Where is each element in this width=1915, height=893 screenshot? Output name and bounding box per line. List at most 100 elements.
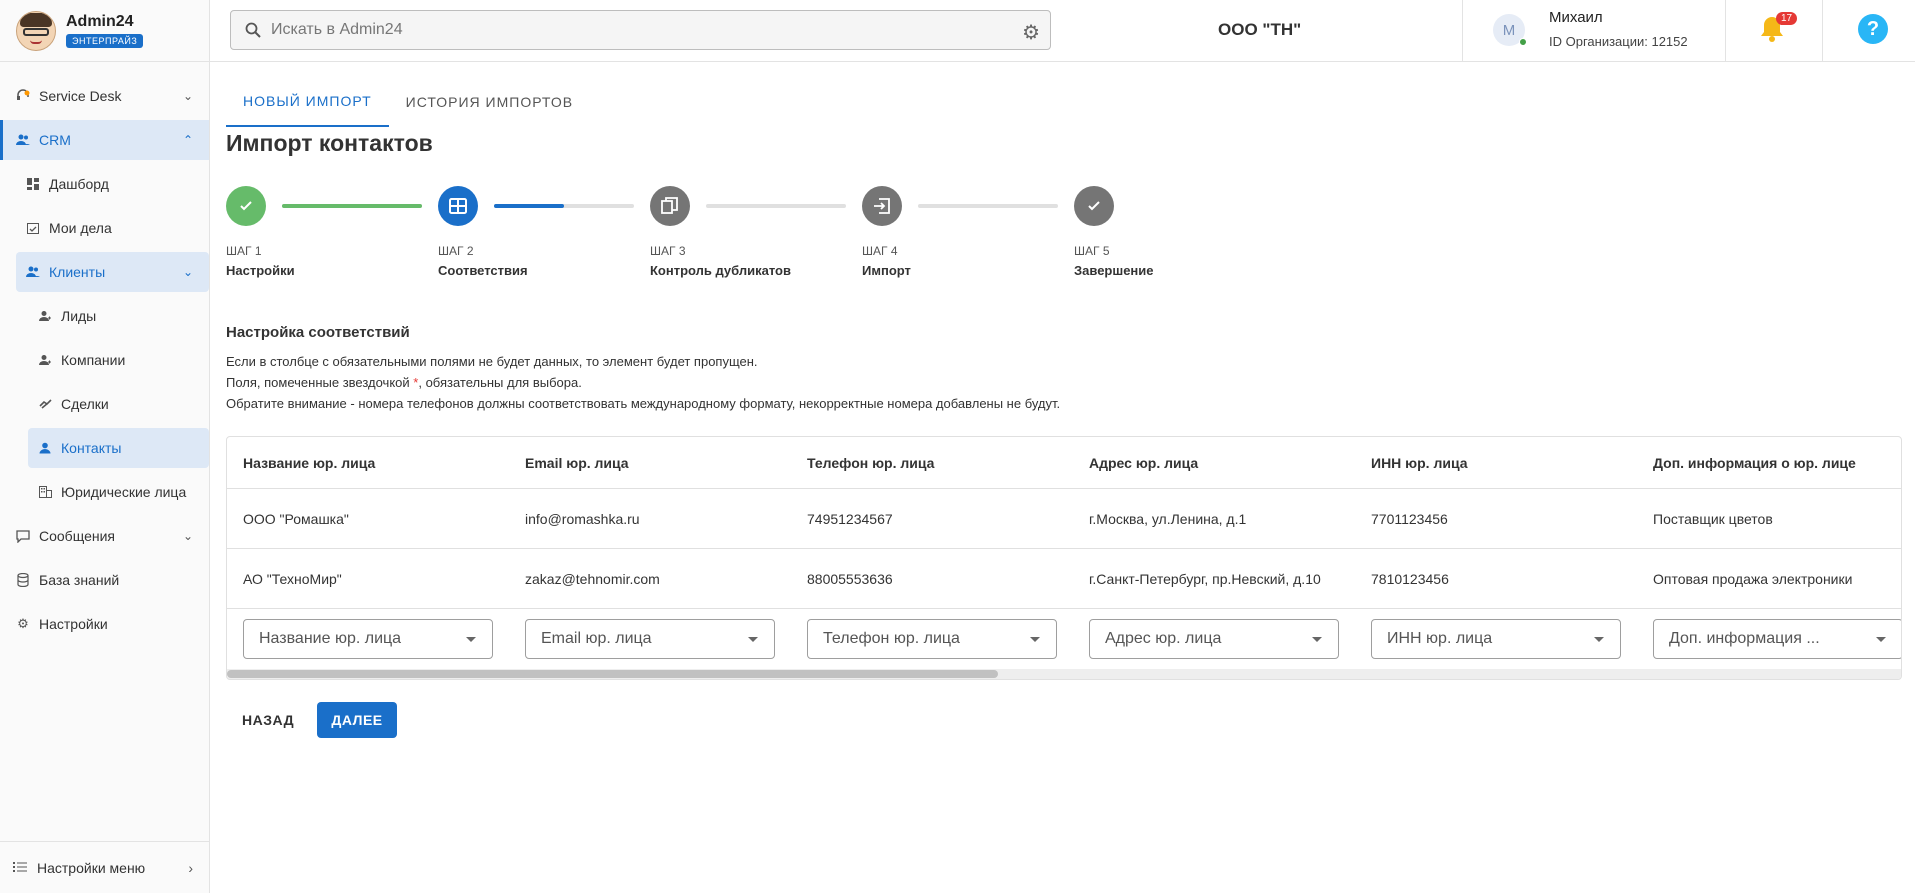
field-select-phone[interactable]: Телефон юр. лица [807,619,1057,659]
table-cell: Оптовая продажа электроники [1653,570,1853,587]
sidebar-item-label: Клиенты [49,264,106,280]
handshake-icon [37,396,53,412]
sidebar-item-label: Мои дела [49,220,112,236]
sidebar-item-label: Дашборд [49,176,109,192]
step-3-number: ШАГ 3 [650,244,686,258]
scrollbar-thumb[interactable] [227,670,998,678]
sidebar-item-leads[interactable]: Лиды [0,296,209,336]
sidebar-item-companies[interactable]: Компании [0,340,209,380]
caret-down-icon [748,637,758,642]
online-status-icon [1519,38,1527,46]
menu-settings-label: Настройки меню [37,859,146,876]
step-1-number: ШАГ 1 [226,244,262,258]
field-select-address[interactable]: Адрес юр. лица [1089,619,1339,659]
table-cell: г.Санкт-Петербург, пр.Невский, д.10 [1089,570,1321,587]
organization-id: ID Организации: 12152 [1549,34,1688,49]
sidebar-item-legal-entities[interactable]: Юридические лица [0,472,209,512]
table-cell: info@romashka.ru [525,510,640,527]
sidebar-item-clients[interactable]: Клиенты ⌄ [16,252,209,292]
sidebar-item-label: Контакты [61,440,122,456]
sidebar-item-settings[interactable]: ⚙ Настройки [0,604,209,644]
page-title: Импорт контактов [226,130,433,156]
chat-icon [15,528,31,544]
step-4-circle [862,186,902,226]
building-icon [37,484,53,500]
sidebar-item-dashboard[interactable]: Дашборд [0,164,209,204]
import-icon [874,198,890,214]
sidebar-item-service-desk[interactable]: Service Desk ⌄ [0,76,209,116]
check-icon [1088,201,1100,211]
table-cell: АО "ТехноМир" [243,570,342,587]
list-icon [13,860,27,876]
sidebar-item-deals[interactable]: Сделки [0,384,209,424]
field-select-inn[interactable]: ИНН юр. лица [1371,619,1621,659]
table-cell: 7810123456 [1371,570,1449,587]
search-placeholder: Искать в Admin24 [271,21,403,38]
column-header: Доп. информация о юр. лице [1653,454,1856,471]
person-add-icon [37,352,53,368]
main-content: НОВЫЙ ИМПОРТ ИСТОРИЯ ИМПОРТОВ Импорт кон… [210,62,1915,893]
step-4-number: ШАГ 4 [862,244,898,258]
sidebar-item-my-tasks[interactable]: Мои дела [0,208,209,248]
copy-icon [661,197,678,214]
mapping-table: Название юр. лица Email юр. лица Телефон… [226,436,1902,680]
field-select-name[interactable]: Название юр. лица [243,619,493,659]
database-icon [15,572,31,588]
user-profile[interactable]: М Михаил ID Организации: 12152 [1462,0,1726,62]
column-header: Телефон юр. лица [807,454,935,471]
import-tabs: НОВЫЙ ИМПОРТ ИСТОРИЯ ИМПОРТОВ [226,77,590,127]
help-icon[interactable]: ? [1858,14,1888,44]
sidebar-item-crm[interactable]: CRM ⌃ [0,120,209,160]
field-select-extra-info[interactable]: Доп. информация ... [1653,619,1901,659]
menu-settings-button[interactable]: Настройки меню › [0,841,209,893]
horizontal-scrollbar[interactable] [227,669,1901,679]
table-icon [449,198,467,214]
step-connector-2 [494,204,634,208]
tab-import-history[interactable]: ИСТОРИЯ ИМПОРТОВ [389,77,590,127]
step-1-name: Настройки [226,263,295,278]
sidebar-item-label: CRM [39,132,71,148]
back-button[interactable]: НАЗАД [226,702,310,738]
check-icon [240,201,252,211]
brand-name: Admin24 [66,12,134,30]
step-5-number: ШАГ 5 [1074,244,1110,258]
notification-count-badge: 17 [1776,12,1798,25]
chevron-up-icon: ⌃ [182,133,193,147]
sidebar-item-label: Лиды [61,308,97,324]
gear-icon: ⚙ [17,616,29,631]
mapping-section-title: Настройка соответствий [226,324,410,341]
plan-badge: ЭНТЕРПРАЙЗ [66,33,144,48]
dashboard-icon [25,176,41,192]
caret-down-icon [1594,637,1604,642]
next-button[interactable]: ДАЛЕЕ [317,702,397,738]
table-row: ООО "Ромашка" info@romashka.ru 749512345… [227,489,1901,549]
sidebar-item-messages[interactable]: Сообщения ⌄ [0,516,209,556]
group-icon [25,264,41,280]
brand-logo [16,10,56,51]
column-header: Email юр. лица [525,454,629,471]
sidebar-nav: Service Desk ⌄ CRM ⌃ Дашборд Мои дела Кл… [0,72,209,648]
organization-title: ООО "ТН" [1218,20,1302,39]
chevron-right-icon: › [188,859,193,876]
search-settings-icon[interactable]: ⚙ [1022,20,1040,45]
headset-icon [15,88,31,104]
mapping-description-3: Обратите внимание - номера телефонов дол… [226,396,1061,411]
tab-new-import[interactable]: НОВЫЙ ИМПОРТ [226,77,389,127]
mapping-description-1: Если в столбце с обязательными полями не… [226,354,758,369]
step-2-circle [438,186,478,226]
sidebar-item-knowledge-base[interactable]: База знаний [0,560,209,600]
step-3-name: Контроль дубликатов [650,263,791,278]
brand[interactable]: Admin24 ЭНТЕРПРАЙЗ [0,0,209,62]
table-cell: 88005553636 [807,570,893,587]
field-select-email[interactable]: Email юр. лица [525,619,775,659]
step-4-name: Импорт [862,263,911,278]
calendar-check-icon [25,220,41,236]
sidebar-item-label: Юридические лица [61,484,187,500]
step-connector-4 [918,204,1058,208]
step-3-circle [650,186,690,226]
sidebar-item-label: Сообщения [39,528,115,544]
search-input[interactable]: Искать в Admin24 ⚙ [230,10,1051,50]
sidebar-item-contacts[interactable]: Контакты [28,428,209,468]
sidebar: Admin24 ЭНТЕРПРАЙЗ Service Desk ⌄ CRM ⌃ … [0,0,210,893]
chevron-down-icon: ⌄ [182,89,193,103]
